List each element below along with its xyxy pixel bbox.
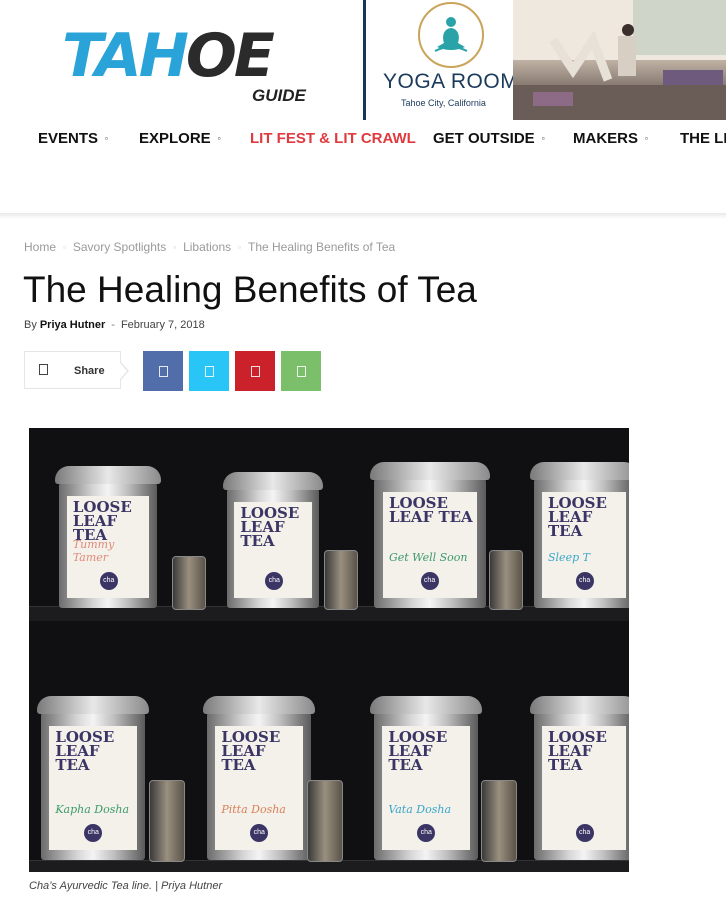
breadcrumb: Home ▫ Savory Spotlights ▫ Libations ▫ The Hea… (24, 240, 395, 254)
tea-jar: LOOSE LEAF TEA Vata Dosha cha (370, 696, 482, 860)
twitter-icon (204, 365, 214, 377)
breadcrumb-separator-icon: ▫ (63, 243, 66, 252)
nav-item-lit-fest[interactable]: LIT FEST & LIT CRAWL (250, 130, 416, 147)
chevron-down-icon: ▫ (217, 134, 221, 143)
tahoe-guide-logo[interactable]: TAHOE GUIDE (62, 26, 330, 110)
tea-jar: LOOSE LEAF TEA Kapha Dosha cha (37, 696, 149, 860)
chevron-down-icon: ▫ (645, 134, 648, 143)
tea-jar: LOOSE LEAF TEA cha (223, 472, 323, 608)
ad-divider (363, 0, 366, 120)
facebook-icon (158, 365, 168, 377)
sample-jar (307, 780, 343, 862)
sample-jar (324, 550, 358, 610)
yoga-room-ad-banner[interactable]: YOGA ROOM Tahoe City, California (363, 0, 726, 120)
meditation-icon (418, 2, 484, 68)
logo-text-right: OE (185, 21, 275, 91)
sample-jar (481, 780, 517, 862)
tea-jar: LOOSE LEAF TEA Pitta Dosha cha (203, 696, 315, 860)
whatsapp-share-button[interactable] (281, 351, 321, 391)
article-meta: By Priya Hutner - February 7, 2018 (24, 319, 205, 331)
chevron-down-icon: ▫ (105, 134, 108, 143)
nav-item-events[interactable]: EVENTS ▫ (38, 130, 108, 147)
pinterest-icon (250, 365, 260, 377)
ad-photo (513, 0, 726, 120)
ad-subtitle: Tahoe City, California (401, 98, 486, 108)
page-title: The Healing Benefits of Tea (23, 269, 477, 310)
photo-caption: Cha’s Ayurvedic Tea line. | Priya Hutner (29, 880, 223, 892)
author-link[interactable]: Priya Hutner (40, 319, 105, 331)
share-label: Share (74, 365, 105, 377)
nav-item-explore[interactable]: EXPLORE ▫ (139, 130, 221, 147)
nav-item-makers[interactable]: MAKERS ▫ (573, 130, 648, 147)
tea-jar: LOOSE LEAF TEA Tummy Tamer cha (55, 466, 161, 608)
sample-jar (149, 780, 185, 862)
sample-jar (489, 550, 523, 610)
share-box[interactable]: Share (24, 351, 129, 389)
pinterest-share-button[interactable] (235, 351, 275, 391)
share-icon (39, 364, 48, 375)
facebook-share-button[interactable] (143, 351, 183, 391)
tea-jar: LOOSE LEAF TEA Get Well Soon cha (370, 462, 490, 608)
whatsapp-icon (296, 365, 306, 377)
tea-jar: LOOSE LEAF TEA cha (530, 696, 629, 860)
breadcrumb-separator-icon: ▫ (238, 243, 241, 252)
sample-jar (172, 556, 206, 610)
breadcrumb-libations[interactable]: Libations (183, 240, 231, 254)
header-shadow (0, 213, 726, 219)
ad-title: YOGA ROOM (383, 70, 519, 93)
breadcrumb-separator-icon: ▫ (173, 243, 177, 252)
nav-item-the-lift[interactable]: THE LI (680, 130, 726, 147)
main-nav: EVENTS ▫ EXPLORE ▫ LIT FEST & LIT CRAWL GE… (0, 130, 726, 160)
logo-text-left: TAH (62, 21, 189, 91)
logo-subtext: GUIDE (252, 86, 306, 105)
tea-jar: LOOSE LEAF TEA Sleep T cha (530, 462, 629, 608)
nav-item-get-outside[interactable]: GET OUTSIDE ▫ (433, 130, 545, 147)
publish-date: February 7, 2018 (120, 319, 205, 331)
breadcrumb-savory-spotlights[interactable]: Savory Spotlights (73, 240, 166, 254)
tea-jars-photo: LOOSE LEAF TEA Tummy Tamer cha LOOSE LEA… (29, 428, 629, 872)
twitter-share-button[interactable] (189, 351, 229, 391)
share-arrow (120, 362, 129, 380)
byline-prefix: By (24, 319, 37, 331)
breadcrumb-home[interactable]: Home (24, 240, 56, 254)
breadcrumb-current: The Healing Benefits of Tea (247, 240, 396, 254)
chevron-down-icon: ▫ (541, 134, 545, 143)
